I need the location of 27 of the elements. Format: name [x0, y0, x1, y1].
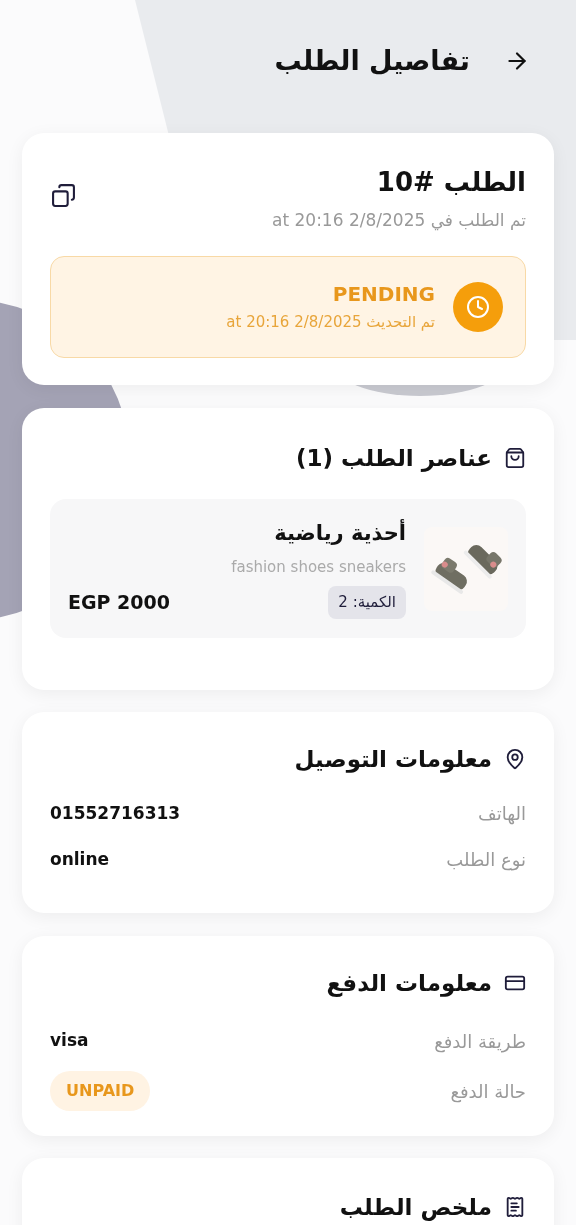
page-title: تفاصيل الطلب [274, 43, 470, 78]
info-label: الهاتف [478, 802, 526, 827]
section-title: ملخص الطلب [339, 1193, 492, 1223]
clock-icon [466, 294, 490, 319]
info-value: visa [50, 1029, 89, 1053]
info-label: حالة الدفع [450, 1079, 526, 1105]
copy-button[interactable] [51, 183, 76, 208]
info-label: طريقة الدفع [434, 1029, 526, 1055]
map-pin-icon [504, 748, 526, 771]
section-title: معلومات الدفع [326, 968, 492, 999]
receipt-icon [504, 1196, 526, 1219]
payment-status-badge: UNPAID [50, 1071, 151, 1111]
shopping-bag-icon [504, 446, 526, 469]
order-number: الطلب #10 [375, 166, 526, 199]
item-description: fashion shoes sneakers [230, 556, 406, 578]
quantity-badge: الكمية: 2 [328, 586, 406, 619]
section-title: عناصر الطلب (1) [296, 443, 492, 474]
info-label: نوع الطلب [446, 848, 526, 873]
order-status: PENDING [331, 281, 435, 309]
copy-icon [51, 183, 76, 208]
status-updated-date: تم التحديث 2/8/2025 at 20:16 [226, 312, 435, 334]
item-name: أحذية رياضية [273, 518, 406, 548]
info-value: online [50, 847, 110, 871]
info-value: 01552716313 [50, 801, 181, 825]
item-price: EGP 2000 [68, 590, 170, 616]
section-title: معلومات التوصيل [294, 745, 492, 775]
order-date: تم الطلب في 2/8/2025 at 20:16 [272, 209, 526, 233]
